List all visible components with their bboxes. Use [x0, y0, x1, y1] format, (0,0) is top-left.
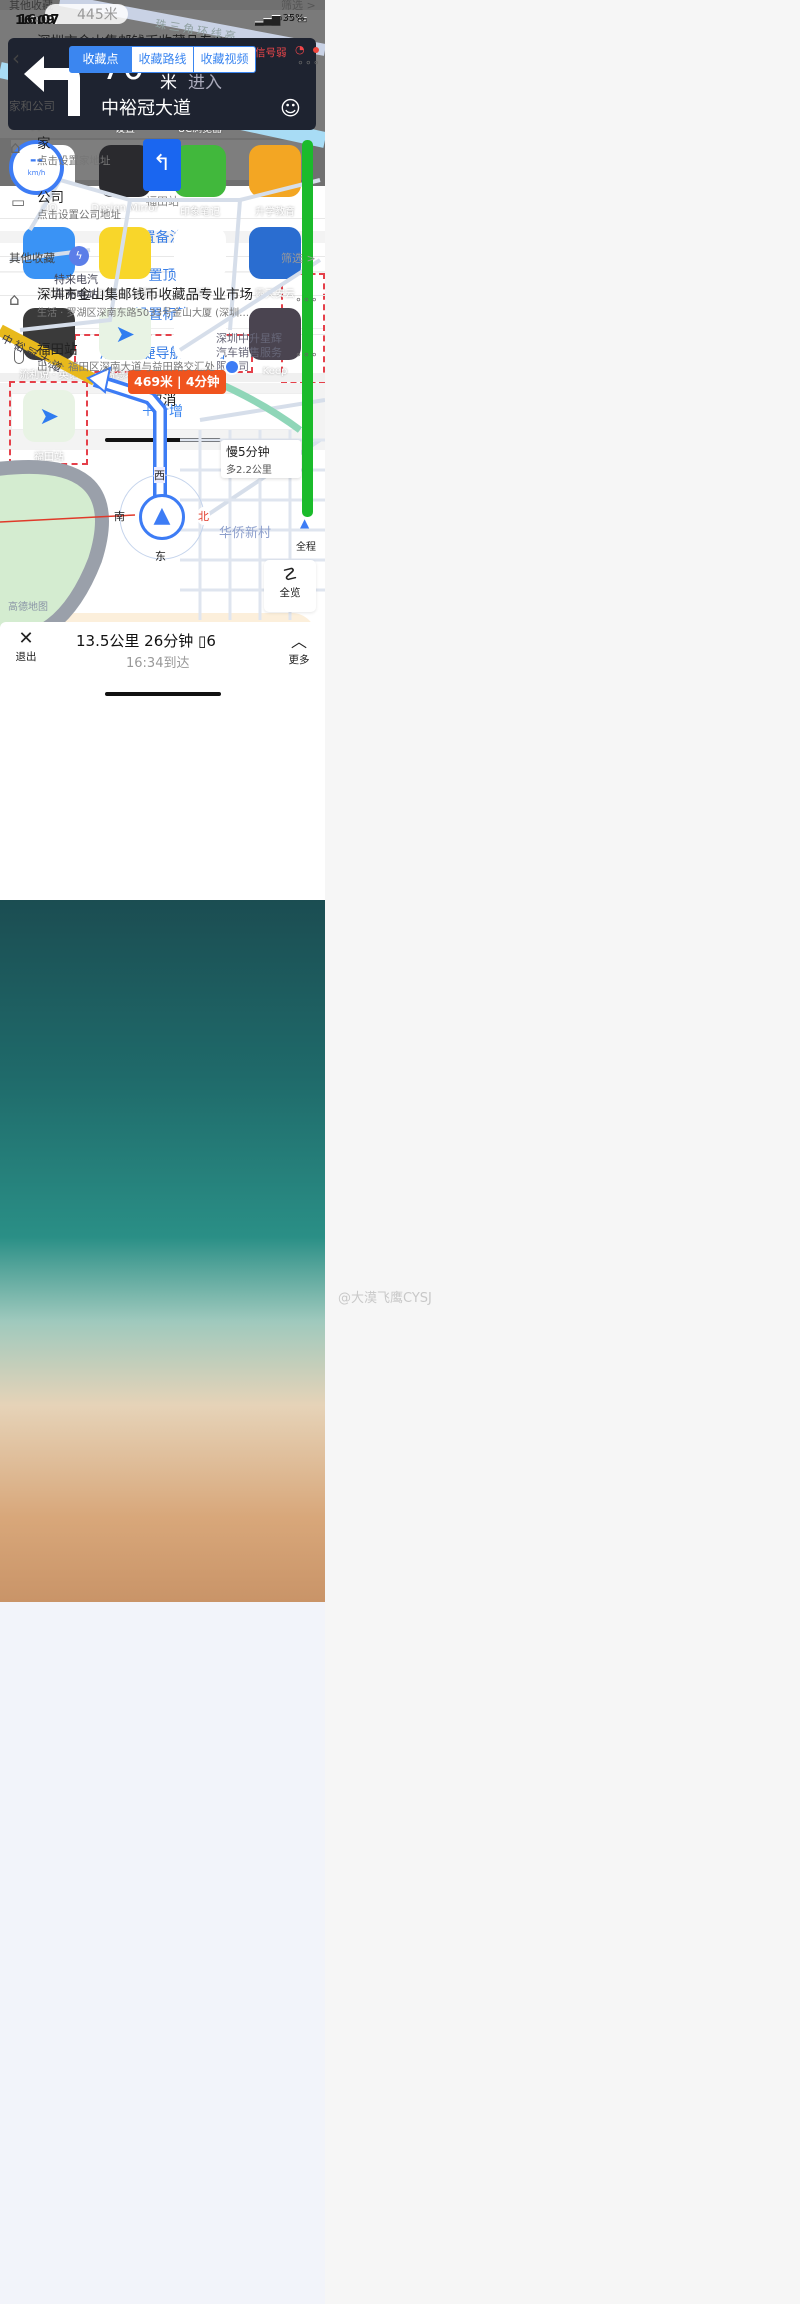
filter-button[interactable]: 筛选 >: [281, 250, 316, 266]
item-more-button[interactable]: ∘∘∘: [295, 348, 319, 361]
car-position-icon: ▲: [300, 516, 310, 530]
speed-unit: km/h: [27, 169, 46, 177]
status-icons: ▂▄▆ ◠ ▭: [255, 13, 308, 26]
compass-south: 南: [114, 510, 125, 523]
company-title: 公司: [37, 190, 64, 206]
trip-distance-time: 13.5公里 26分钟: [76, 632, 194, 650]
arrival-time: 16:34到达: [126, 656, 190, 671]
item-subtitle: 出行 · 福田区深南大道与益田路交汇处: [37, 361, 216, 373]
section-home-company: 家和公司: [9, 99, 55, 113]
voice-assistant-icon: ☺: [280, 96, 301, 120]
traffic-progress-bar: [302, 140, 313, 517]
watermark: @大漠飞鹰CYSJ: [338, 1291, 432, 1306]
map-credit: 高德地图: [8, 602, 48, 613]
status-time: 16:07: [18, 13, 60, 28]
item-more-button[interactable]: ∘∘∘: [295, 293, 319, 306]
close-icon: ✕: [18, 628, 34, 649]
notification-dot: [313, 47, 319, 53]
alt-route-title: 慢5分钟: [226, 445, 270, 459]
overview-button[interactable]: ☡ 全览: [264, 560, 316, 612]
home-icon: ⌂: [10, 138, 21, 158]
overview-label: 全览: [279, 587, 301, 599]
compass-north: 北: [197, 507, 210, 525]
more-label: 更多: [288, 654, 310, 666]
poi-marker-icon: [224, 359, 240, 375]
home-subtitle: 点击设置家地址: [37, 155, 111, 167]
navigation-screen: 445米 珠三角环线高 16:09 ▭35% 70 米 进入 中裕冠大道 卫星信…: [0, 0, 325, 2304]
route-overview-icon: ☡: [282, 565, 298, 585]
company-subtitle: 点击设置公司地址: [37, 209, 121, 221]
area-label: 华侨新村: [219, 526, 272, 541]
tab-favorite-routes[interactable]: 收藏路线: [131, 47, 193, 72]
item-subtitle: 生活 · 罗湖区深南东路5033号金山大厦 (深圳…: [37, 308, 250, 319]
road-name: 中裕冠大道: [101, 98, 191, 119]
tab-favorite-videos[interactable]: 收藏视频: [193, 47, 255, 72]
home-title: 家: [37, 136, 51, 152]
more-button[interactable]: ︿ 更多: [281, 628, 317, 667]
home-screen: 16:12 ▂▄▆ ◠ ▭ App Store2设置UC浏览器腾讯视频QQDes…: [0, 12, 325, 1602]
bottom-bar: ✕ 退出 13.5公里 26分钟 ▯6 16:34到达 ︿ 更多: [0, 622, 325, 702]
section-other: 其他收藏: [9, 251, 55, 265]
full-route-label: 全程: [296, 542, 316, 553]
item-title: 福田站: [37, 342, 78, 358]
compass-west: 西: [154, 467, 165, 483]
lane-guidance-icon: ↰: [143, 139, 181, 191]
charging-station-icon: ϟ: [69, 246, 89, 266]
vehicle-position-icon: ▲: [139, 494, 185, 540]
building-icon: ⌂: [9, 290, 20, 310]
chevron-up-icon: ︿: [290, 632, 307, 651]
compass-east: 东: [155, 550, 166, 563]
exit-label: 退出: [15, 651, 37, 663]
traffic-light-count: 6: [206, 632, 216, 650]
exit-button[interactable]: ✕ 退出: [8, 628, 44, 664]
back-icon[interactable]: ‹: [12, 46, 20, 70]
favorites-tabs: 收藏点 收藏路线 收藏视频: [69, 46, 256, 73]
briefcase-icon: ▭: [11, 193, 26, 211]
tab-favorite-places[interactable]: 收藏点: [70, 47, 131, 72]
item-title: 深圳市金山集邮钱币收藏品专业市场: [37, 287, 253, 303]
alternate-route-bubble[interactable]: 慢5分钟 多2.2公里: [221, 440, 301, 478]
home-indicator: [105, 692, 221, 696]
trip-summary: 13.5公里 26分钟 ▯6: [76, 630, 216, 651]
alt-route-sub: 多2.2公里: [226, 465, 272, 476]
more-menu-icon[interactable]: ∘∘∘: [297, 51, 321, 70]
